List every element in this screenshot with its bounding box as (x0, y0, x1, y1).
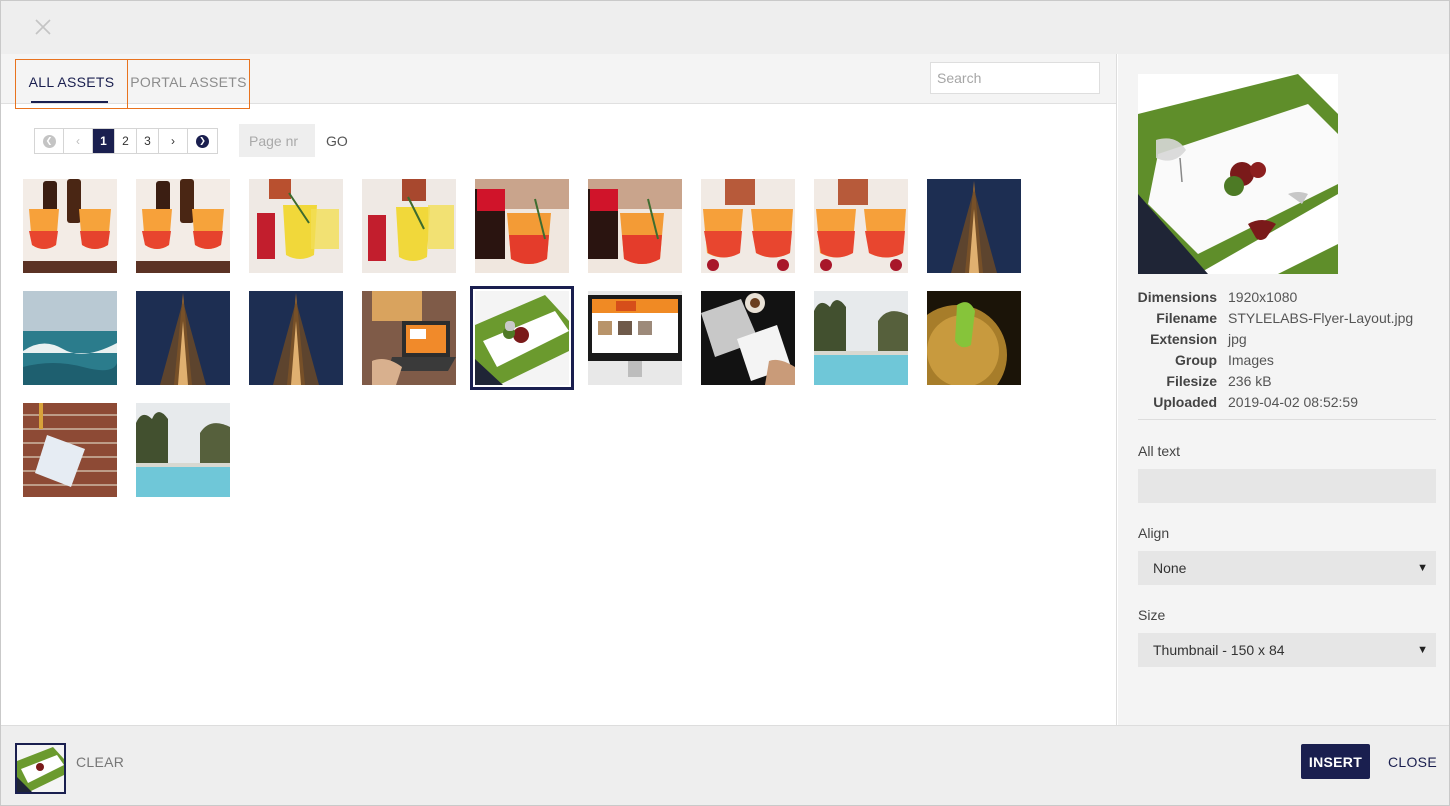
next-page-icon: › (171, 134, 175, 148)
align-label: Align (1138, 525, 1170, 541)
tab-bar: ALL ASSETS PORTAL ASSETS (1, 54, 1116, 109)
prev-page-icon: ‹ (76, 134, 80, 148)
metadata-value: Images (1228, 351, 1274, 368)
asset-thumbnail[interactable] (362, 179, 456, 273)
next-page-button[interactable]: › (159, 129, 188, 153)
asset-details-panel: Dimensions 1920x1080 Filename STYLELABS-… (1118, 54, 1449, 725)
tab-all-assets[interactable]: ALL ASSETS (15, 59, 128, 109)
go-button[interactable]: GO (326, 133, 348, 149)
page-2-button[interactable]: 2 (115, 129, 137, 153)
size-select[interactable]: Thumbnail - 150 x 84 ▼ (1138, 633, 1436, 667)
metadata-row: Dimensions 1920x1080 (1118, 286, 1449, 307)
asset-thumbnail[interactable] (362, 291, 456, 385)
metadata-label: Filename (1156, 309, 1217, 326)
asset-preview-image (1138, 74, 1338, 274)
last-page-button[interactable]: ❯ (188, 129, 217, 153)
asset-thumbnail[interactable] (23, 403, 117, 497)
asset-thumbnail[interactable] (927, 291, 1021, 385)
asset-thumbnail[interactable] (701, 179, 795, 273)
align-select[interactable]: None ▼ (1138, 551, 1436, 585)
dialog-header (1, 1, 1449, 54)
page-number-input[interactable] (239, 124, 315, 157)
asset-thumbnail[interactable] (136, 291, 230, 385)
divider (1138, 419, 1436, 420)
metadata-value: 1920x1080 (1228, 288, 1298, 305)
search-input[interactable] (930, 62, 1100, 94)
asset-thumbnail[interactable] (249, 291, 343, 385)
metadata-value: STYLELABS-Flyer-Layout.jpg (1228, 309, 1414, 326)
metadata-row: Group Images (1118, 349, 1449, 370)
asset-thumbnail[interactable] (588, 291, 682, 385)
size-select-value: Thumbnail - 150 x 84 (1153, 642, 1285, 658)
clear-button[interactable]: CLEAR (76, 754, 124, 770)
page-3-button[interactable]: 3 (137, 129, 159, 153)
metadata-label: Group (1175, 351, 1217, 368)
first-page-icon: ❮ (42, 134, 56, 148)
metadata-row: Filename STYLELABS-Flyer-Layout.jpg (1118, 307, 1449, 328)
tab-portal-assets-label: PORTAL ASSETS (130, 74, 247, 90)
selected-asset-thumbnail (15, 743, 66, 794)
size-label: Size (1138, 607, 1166, 623)
close-icon[interactable] (31, 15, 55, 39)
asset-thumbnail[interactable] (927, 179, 1021, 273)
asset-thumbnail[interactable] (249, 179, 343, 273)
asset-thumbnail[interactable] (814, 179, 908, 273)
asset-metadata: Dimensions 1920x1080 Filename STYLELABS-… (1118, 286, 1449, 412)
insert-button[interactable]: INSERT (1301, 744, 1370, 779)
tab-all-assets-label: ALL ASSETS (28, 74, 115, 90)
metadata-label: Dimensions (1137, 288, 1217, 305)
metadata-label: Extension (1150, 330, 1217, 347)
pagination: ❮ ‹ 1 2 3 › ❯ (34, 128, 218, 154)
metadata-value: jpg (1228, 330, 1247, 347)
first-page-button[interactable]: ❮ (35, 129, 64, 153)
asset-thumbnail-selected[interactable] (470, 286, 574, 390)
metadata-label: Uploaded (1153, 393, 1217, 410)
alt-text-label: All text (1138, 443, 1181, 459)
asset-thumbnail[interactable] (136, 179, 230, 273)
dialog-footer: CLEAR INSERT CLOSE (1, 725, 1449, 805)
last-page-icon: ❯ (196, 134, 209, 148)
metadata-value: 236 kB (1228, 372, 1272, 389)
dropdown-arrow-icon: ▼ (1417, 644, 1428, 656)
asset-browser: ALL ASSETS PORTAL ASSETS ❮ ‹ 1 2 3 › ❯ G… (1, 54, 1117, 725)
metadata-label: Filesize (1166, 372, 1217, 389)
page-1-button[interactable]: 1 (93, 129, 115, 153)
prev-page-button[interactable]: ‹ (64, 129, 93, 153)
alt-text-input[interactable] (1138, 469, 1436, 503)
asset-thumbnail[interactable] (136, 403, 230, 497)
asset-thumbnail[interactable] (475, 179, 569, 273)
close-button[interactable]: CLOSE (1388, 754, 1437, 770)
metadata-row: Uploaded 2019-04-02 08:52:59 (1118, 391, 1449, 412)
asset-thumbnail[interactable] (588, 179, 682, 273)
asset-thumbnail[interactable] (814, 291, 908, 385)
metadata-row: Extension jpg (1118, 328, 1449, 349)
asset-thumbnail[interactable] (23, 291, 117, 385)
active-tab-indicator (31, 101, 108, 103)
metadata-row: Filesize 236 kB (1118, 370, 1449, 391)
asset-thumbnail[interactable] (23, 179, 117, 273)
metadata-value: 2019-04-02 08:52:59 (1228, 393, 1358, 410)
tab-portal-assets[interactable]: PORTAL ASSETS (127, 59, 250, 109)
asset-thumbnail[interactable] (701, 291, 795, 385)
align-select-value: None (1153, 560, 1187, 576)
dropdown-arrow-icon: ▼ (1417, 562, 1428, 574)
